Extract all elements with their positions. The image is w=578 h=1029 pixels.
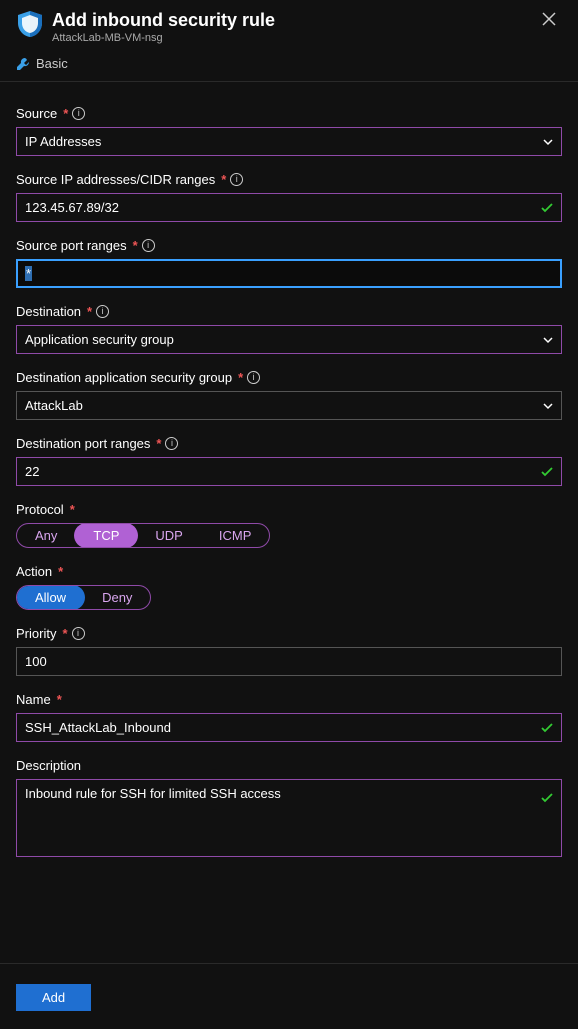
info-icon[interactable]: i: [247, 371, 260, 384]
action-option-allow[interactable]: Allow: [16, 585, 85, 610]
required-indicator: *: [238, 370, 243, 385]
info-icon[interactable]: i: [142, 239, 155, 252]
info-icon[interactable]: i: [96, 305, 109, 318]
required-indicator: *: [57, 692, 62, 707]
panel-footer: Add: [0, 963, 578, 1029]
required-indicator: *: [63, 106, 68, 121]
protocol-group: Any TCP UDP ICMP: [16, 523, 270, 548]
dest-asg-label: Destination application security group: [16, 370, 232, 385]
action-group: Allow Deny: [16, 585, 151, 610]
required-indicator: *: [133, 238, 138, 253]
priority-input[interactable]: 100: [16, 647, 562, 676]
shield-icon: [16, 10, 44, 38]
source-ip-input[interactable]: 123.45.67.89/32: [16, 193, 562, 222]
info-icon[interactable]: i: [230, 173, 243, 186]
required-indicator: *: [221, 172, 226, 187]
protocol-option-udp[interactable]: UDP: [137, 524, 200, 547]
source-ip-label: Source IP addresses/CIDR ranges: [16, 172, 215, 187]
required-indicator: *: [70, 502, 75, 517]
panel-title: Add inbound security rule: [52, 10, 536, 31]
protocol-option-icmp[interactable]: ICMP: [201, 524, 270, 547]
info-icon[interactable]: i: [72, 627, 85, 640]
action-label: Action: [16, 564, 52, 579]
source-port-input[interactable]: *: [16, 259, 562, 288]
required-indicator: *: [87, 304, 92, 319]
name-label: Name: [16, 692, 51, 707]
required-indicator: *: [62, 626, 67, 641]
form-area: Source * i IP Addresses Source IP addres…: [0, 82, 578, 963]
required-indicator: *: [156, 436, 161, 451]
protocol-label: Protocol: [16, 502, 64, 517]
info-icon[interactable]: i: [165, 437, 178, 450]
panel-header: Add inbound security rule AttackLab-MB-V…: [0, 0, 578, 50]
protocol-option-tcp[interactable]: TCP: [74, 523, 138, 548]
add-button[interactable]: Add: [16, 984, 91, 1011]
source-select[interactable]: IP Addresses: [16, 127, 562, 156]
panel-subtitle: AttackLab-MB-VM-nsg: [52, 32, 536, 44]
description-label: Description: [16, 758, 81, 773]
dest-asg-select[interactable]: AttackLab: [16, 391, 562, 420]
source-port-label: Source port ranges: [16, 238, 127, 253]
close-button[interactable]: [536, 10, 562, 28]
description-input[interactable]: Inbound rule for SSH for limited SSH acc…: [16, 779, 562, 857]
protocol-option-any[interactable]: Any: [17, 524, 75, 547]
action-option-deny[interactable]: Deny: [84, 586, 150, 609]
required-indicator: *: [58, 564, 63, 579]
destination-label: Destination: [16, 304, 81, 319]
mode-label: Basic: [36, 56, 68, 71]
priority-label: Priority: [16, 626, 56, 641]
info-icon[interactable]: i: [72, 107, 85, 120]
mode-toggle[interactable]: Basic: [0, 50, 578, 82]
wrench-icon: [16, 57, 30, 71]
destination-select[interactable]: Application security group: [16, 325, 562, 354]
name-input[interactable]: SSH_AttackLab_Inbound: [16, 713, 562, 742]
dest-port-input[interactable]: 22: [16, 457, 562, 486]
dest-port-label: Destination port ranges: [16, 436, 150, 451]
source-label: Source: [16, 106, 57, 121]
